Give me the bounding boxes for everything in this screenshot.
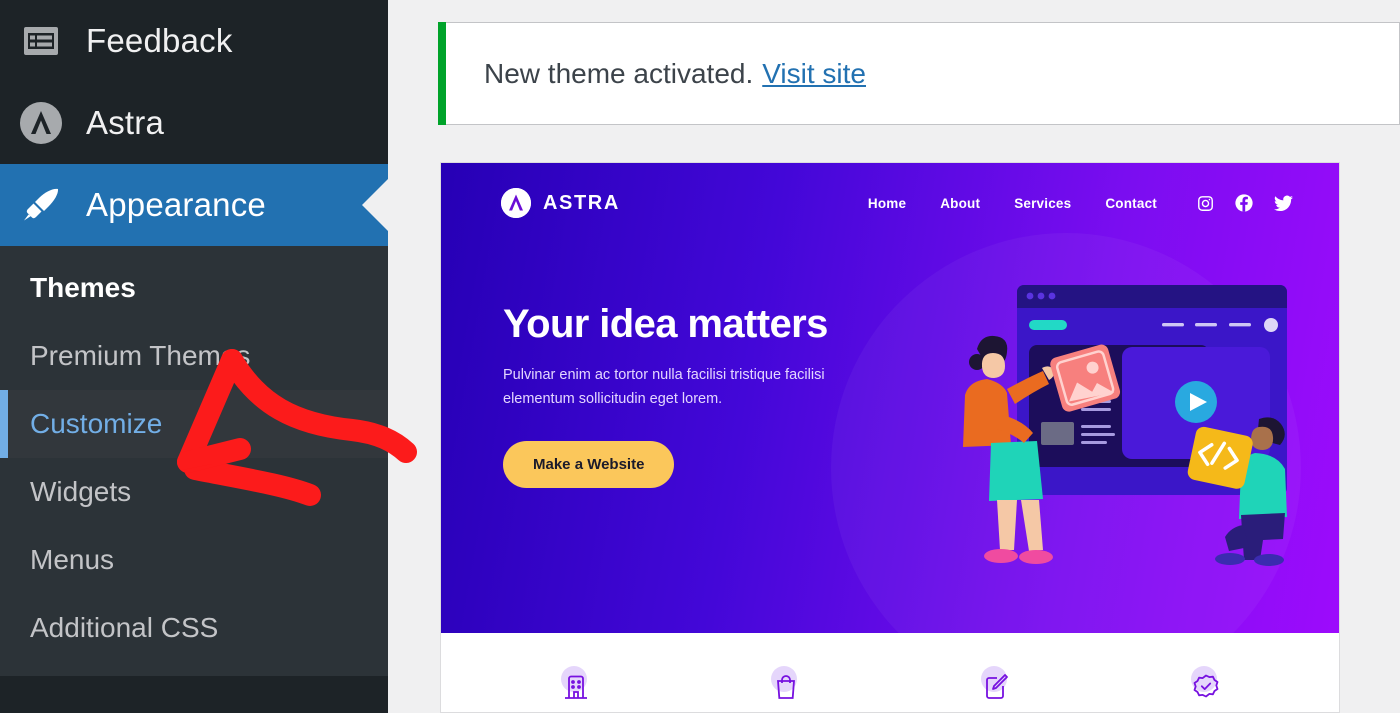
astra-mark-icon bbox=[501, 188, 531, 218]
sidebar-item-label: Feedback bbox=[86, 22, 233, 59]
feature-item[interactable] bbox=[471, 664, 681, 708]
feedback-form-icon bbox=[18, 18, 64, 64]
feature-item[interactable] bbox=[681, 664, 891, 708]
theme-activated-notice: New theme activated. Visit site bbox=[438, 22, 1400, 125]
site-brand-name: ASTRA bbox=[543, 191, 620, 214]
nav-link-services[interactable]: Services bbox=[1014, 196, 1071, 211]
admin-sidebar: Feedback Astra Appearance Themes Premium… bbox=[0, 0, 388, 713]
twitter-icon[interactable] bbox=[1274, 195, 1293, 212]
feature-icon-row bbox=[441, 633, 1339, 712]
submenu-item-customize[interactable]: Customize bbox=[0, 390, 388, 458]
feature-item[interactable] bbox=[891, 664, 1101, 708]
feature-item[interactable] bbox=[1101, 664, 1311, 708]
paintbrush-icon bbox=[18, 182, 64, 228]
building-icon bbox=[554, 664, 598, 708]
sidebar-item-label: Appearance bbox=[86, 186, 266, 223]
theme-preview[interactable]: ASTRA Home About Services Contact Your i… bbox=[440, 162, 1340, 713]
visit-site-link[interactable]: Visit site bbox=[762, 58, 866, 90]
preview-site-header: ASTRA Home About Services Contact bbox=[441, 163, 1339, 243]
page-root: Feedback Astra Appearance Themes Premium… bbox=[0, 0, 1400, 713]
submenu-item-premium-themes[interactable]: Premium Themes bbox=[0, 322, 388, 390]
sidebar-item-label: Astra bbox=[86, 104, 165, 141]
social-links bbox=[1197, 194, 1293, 212]
nav-link-contact[interactable]: Contact bbox=[1105, 196, 1157, 211]
site-brand[interactable]: ASTRA bbox=[501, 188, 620, 218]
main-content: New theme activated. Visit site ASTRA Ho… bbox=[388, 0, 1400, 713]
make-a-website-button[interactable]: Make a Website bbox=[503, 441, 675, 489]
sidebar-menu: Feedback Astra Appearance bbox=[0, 0, 388, 246]
facebook-icon[interactable] bbox=[1235, 194, 1253, 212]
astra-logo-icon bbox=[18, 100, 64, 146]
shopping-bag-icon bbox=[764, 664, 808, 708]
nav-link-about[interactable]: About bbox=[940, 196, 980, 211]
submenu-item-menus[interactable]: Menus bbox=[0, 526, 388, 594]
submenu-item-widgets[interactable]: Widgets bbox=[0, 458, 388, 526]
nav-link-home[interactable]: Home bbox=[868, 196, 906, 211]
sidebar-item-astra[interactable]: Astra bbox=[0, 82, 388, 164]
hero-title: Your idea matters bbox=[503, 302, 828, 346]
hero-illustration bbox=[959, 267, 1335, 567]
hero-section: ASTRA Home About Services Contact Your i… bbox=[441, 163, 1339, 633]
verified-check-icon bbox=[1184, 664, 1228, 708]
hero-copy: Your idea matters Pulvinar enim ac torto… bbox=[503, 302, 903, 489]
sidebar-item-feedback[interactable]: Feedback bbox=[0, 0, 388, 82]
submenu-item-themes[interactable]: Themes bbox=[0, 254, 388, 322]
notice-message: New theme activated. bbox=[484, 57, 754, 89]
appearance-submenu: Themes Premium Themes Customize Widgets … bbox=[0, 246, 388, 676]
notice-accent-bar bbox=[438, 22, 446, 125]
sidebar-item-appearance[interactable]: Appearance bbox=[0, 164, 388, 246]
submenu-item-additional-css[interactable]: Additional CSS bbox=[0, 594, 388, 662]
hero-subtitle: Pulvinar enim ac tortor nulla facilisi t… bbox=[503, 367, 825, 407]
edit-document-icon bbox=[974, 664, 1018, 708]
instagram-icon[interactable] bbox=[1197, 195, 1214, 212]
site-nav: Home About Services Contact bbox=[868, 196, 1157, 211]
